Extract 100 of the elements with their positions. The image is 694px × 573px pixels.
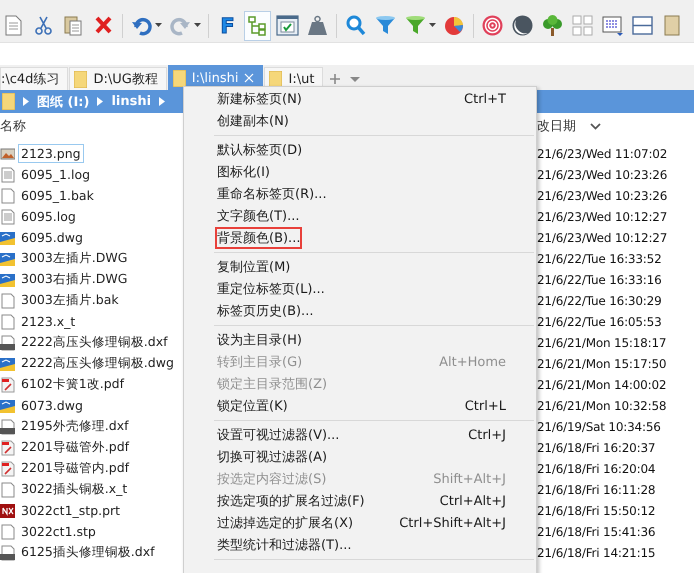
file-name[interactable]: 3022ct1_stp.prt bbox=[18, 501, 124, 520]
menu-item[interactable]: 设置可视过滤器(V)... Ctrl+J bbox=[184, 424, 536, 446]
menu-item[interactable]: 创建副本(N) bbox=[184, 110, 536, 132]
file-name[interactable]: 2222高压头修理铜极.dwg bbox=[18, 353, 177, 374]
file-name[interactable]: 3003左插片.DWG bbox=[18, 248, 130, 269]
file-name[interactable]: 6095.dwg bbox=[18, 228, 86, 247]
menu-item-label: 默认标签页(D) bbox=[217, 142, 302, 159]
file-name[interactable]: 2201导磁管外.pdf bbox=[18, 437, 132, 458]
date-cell: 21/6/18/Fri 16:11:28 bbox=[537, 482, 656, 496]
date-cell: 21/6/18/Fri 15:50:12 bbox=[537, 504, 656, 518]
menu-item-label: 设为主目录(H) bbox=[217, 332, 302, 349]
window-tick-icon bbox=[276, 14, 299, 37]
shortcut-label: Ctrl+Shift+Alt+J bbox=[399, 516, 506, 530]
funnel-icon bbox=[404, 14, 427, 37]
shortcut-label: Ctrl+T bbox=[464, 92, 506, 106]
split-icon bbox=[631, 14, 654, 37]
pie-chart-icon bbox=[443, 14, 466, 37]
shortcut-label: Ctrl+J bbox=[468, 428, 506, 442]
date-cell: 21/6/21/Mon 14:00:02 bbox=[537, 378, 666, 392]
table-icon bbox=[601, 14, 624, 37]
menu-item-label: 转到主目录(G) bbox=[217, 354, 302, 371]
menu-item-label: 锁定位置(K) bbox=[217, 398, 288, 415]
file-name[interactable]: 2195外壳修理.dxf bbox=[18, 416, 132, 437]
date-cell: 21/6/18/Fri 14:21:15 bbox=[537, 546, 656, 560]
funnel-icon bbox=[374, 14, 397, 37]
tree-icon bbox=[541, 14, 564, 37]
menu-item-label: 新建标签页(N) bbox=[217, 91, 302, 108]
folder-icon bbox=[269, 70, 282, 88]
caret-icon bbox=[194, 23, 201, 28]
date-cell: 21/6/18/Fri 16:20:04 bbox=[537, 462, 656, 476]
menu-item-label: 按选定项的扩展名过滤(F) bbox=[217, 493, 365, 510]
shortcut-label: Ctrl+Alt+J bbox=[440, 494, 506, 508]
close-icon[interactable] bbox=[244, 73, 254, 83]
shortcut-label: Alt+Home bbox=[439, 354, 506, 370]
tab[interactable]: :\c4d练习 bbox=[0, 67, 68, 90]
menu-item[interactable]: 设为主目录(H) bbox=[184, 329, 536, 351]
file-name[interactable]: 2123.png bbox=[18, 144, 84, 163]
menu-item[interactable]: 重命名标签页(R)... bbox=[184, 183, 536, 205]
menu-item[interactable]: 类型统计和过滤器(T)... bbox=[184, 534, 536, 556]
file-name[interactable]: 3022插头铜极.x_t bbox=[18, 479, 130, 500]
chevron-down-icon[interactable] bbox=[590, 122, 601, 130]
caret-icon bbox=[429, 23, 436, 28]
menu-item[interactable]: 复制位置(M) bbox=[184, 256, 536, 278]
menu-item[interactable]: 新建标签页(N) Ctrl+T bbox=[184, 88, 536, 110]
chevron-right-icon[interactable] bbox=[97, 97, 104, 106]
menu-item-label: 标签页历史(B)... bbox=[217, 303, 314, 320]
date-cell: 21/6/22/Tue 16:33:52 bbox=[537, 252, 662, 266]
menu-item-label: 创建副本(N) bbox=[217, 113, 289, 130]
moon-icon bbox=[511, 14, 534, 37]
tree-view-button[interactable] bbox=[244, 10, 271, 40]
date-cell: 21/6/23/Wed 10:12:27 bbox=[537, 210, 668, 224]
folder-icon bbox=[172, 70, 186, 86]
file-name[interactable]: 6102卡簧1改.pdf bbox=[18, 374, 128, 395]
file-name[interactable]: 6095.log bbox=[18, 207, 79, 226]
shortcut-label: Ctrl+L bbox=[464, 398, 506, 414]
menu-item[interactable]: 标签页历史(B)... bbox=[184, 300, 536, 322]
menu-item[interactable]: 切换可视过滤器(A) bbox=[184, 446, 536, 468]
weight-icon bbox=[306, 14, 329, 37]
menu-item-label: 按选定内容过滤(S) bbox=[217, 471, 326, 488]
file-name[interactable]: 6073.dwg bbox=[18, 396, 86, 415]
date-cell: 21/6/21/Mon 10:32:58 bbox=[537, 398, 666, 412]
shortcut-label: Shift+Alt+J bbox=[433, 472, 506, 486]
file-name[interactable]: 3022ct1.stp bbox=[18, 522, 99, 541]
grid-icon bbox=[571, 14, 594, 37]
folder-icon bbox=[74, 70, 88, 88]
hierarchy-icon bbox=[246, 14, 269, 37]
menu-item[interactable]: 图标化(I) bbox=[184, 161, 536, 183]
menu-item[interactable]: 文字颜色(T)... bbox=[184, 205, 536, 227]
date-cell: 21/6/23/Wed 11:07:02 bbox=[537, 146, 668, 160]
menu-item[interactable]: 重定位标签页(L)... bbox=[184, 278, 536, 300]
column-header[interactable]: 改日期 bbox=[537, 117, 576, 135]
plus-icon[interactable] bbox=[330, 74, 340, 84]
file-name[interactable]: 2201导磁管内.pdf bbox=[18, 458, 132, 479]
menu-item-label: 图标化(I) bbox=[217, 164, 270, 181]
menu-item[interactable]: 背景颜色(B)... bbox=[184, 227, 536, 249]
date-cell: 21/6/22/Tue 16:30:29 bbox=[537, 294, 662, 308]
search-icon bbox=[344, 14, 367, 37]
chevron-right-icon[interactable] bbox=[159, 97, 166, 106]
chevron-right-icon[interactable] bbox=[23, 97, 29, 106]
menu-item[interactable]: 默认标签页(D) bbox=[184, 139, 536, 161]
menu-item[interactable]: 按选定项的扩展名过滤(F) Ctrl+Alt+J bbox=[184, 490, 536, 512]
date-cell: 21/6/22/Tue 16:05:53 bbox=[537, 314, 662, 328]
menu-item-label: 背景颜色(B)... bbox=[217, 229, 300, 247]
column-header[interactable]: 名称 bbox=[0, 119, 26, 134]
menu-item[interactable]: 过滤掉选定的扩展名(X) Ctrl+Shift+Alt+J bbox=[184, 512, 536, 534]
tab[interactable]: D:\UG教程 bbox=[69, 67, 167, 90]
menu-item[interactable]: 锁定位置(K) Ctrl+L bbox=[184, 395, 536, 417]
date-cell: 21/6/18/Fri 16:20:37 bbox=[537, 440, 656, 454]
file-name[interactable]: 3003左插片.bak bbox=[18, 290, 122, 311]
file-name[interactable]: 6095_1.log bbox=[18, 165, 94, 184]
date-cell: 21/6/19/Sat 10:34:56 bbox=[537, 420, 661, 434]
date-cell: 21/6/21/Mon 15:18:17 bbox=[537, 336, 666, 350]
file-name[interactable]: 6125插头修理铜极.dxf bbox=[18, 542, 158, 563]
date-cell: 21/6/21/Mon 15:17:50 bbox=[537, 356, 666, 370]
file-name[interactable]: 3003右插片.DWG bbox=[18, 269, 130, 290]
file-name[interactable]: 2123.x_t bbox=[18, 312, 78, 331]
caret-icon[interactable] bbox=[350, 74, 360, 84]
file-icon bbox=[0, 146, 15, 162]
file-name[interactable]: 2222高压头修理铜极.dxf bbox=[18, 332, 171, 353]
file-name[interactable]: 6095_1.bak bbox=[18, 186, 97, 205]
